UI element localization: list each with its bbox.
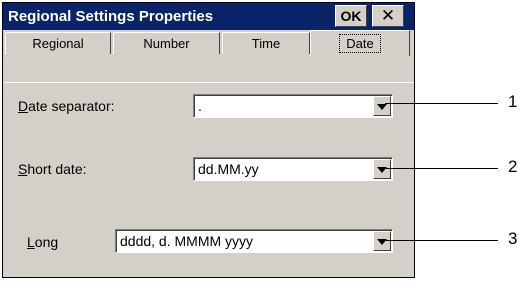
tab-strip: Regional Number Time Date (3, 30, 414, 83)
short-date-dropdown-button[interactable] (373, 159, 391, 179)
tab-label: Number (143, 36, 190, 51)
close-button[interactable]: ✕ (372, 5, 404, 27)
label-text: hort date: (27, 161, 87, 177)
callout-line-3 (385, 240, 498, 241)
close-icon: ✕ (380, 6, 396, 25)
short-date-value: dd.MM.yy (198, 161, 259, 177)
mnemonic: D (18, 98, 29, 114)
label-text: ate separator: (28, 98, 115, 114)
combo-frame (194, 95, 392, 117)
tab-label: Date (339, 34, 381, 53)
long-date-combo[interactable]: dddd, d. MMMM yyyy (115, 229, 393, 253)
tab-date[interactable]: Date (310, 30, 410, 56)
short-date-label: Short date: (18, 161, 87, 177)
ok-button[interactable]: OK (335, 5, 367, 27)
chevron-down-icon (377, 104, 387, 110)
date-separator-dropdown-button[interactable] (373, 96, 391, 116)
window-title: Regional Settings Properties (8, 8, 214, 25)
date-separator-combo[interactable]: . (193, 94, 393, 118)
tab-divider (3, 82, 414, 83)
callout-number-3: 3 (508, 229, 518, 248)
mnemonic: S (18, 161, 28, 177)
long-date-dropdown-button[interactable] (373, 231, 391, 251)
tab-regional[interactable]: Regional (5, 32, 111, 54)
long-date-label: Long (27, 234, 58, 250)
tab-time[interactable]: Time (222, 32, 310, 54)
date-separator-label: Date separator: (18, 98, 115, 114)
short-date-combo[interactable]: dd.MM.yy (193, 157, 393, 181)
callout-line-2 (385, 168, 498, 169)
long-date-value: dddd, d. MMMM yyyy (120, 233, 254, 249)
tab-label: Regional (32, 36, 84, 51)
regional-settings-dialog: Regional Settings Properties OK ✕ Region… (2, 2, 415, 278)
title-bar: Regional Settings Properties OK ✕ (3, 3, 414, 30)
tab-label: Time (251, 36, 281, 51)
callout-number-2: 2 (508, 157, 518, 176)
label-text: ong (34, 234, 59, 250)
mnemonic: L (27, 234, 35, 250)
callout-number-1: 1 (508, 92, 518, 111)
callout-line-1 (385, 103, 498, 104)
tab-number[interactable]: Number (113, 32, 220, 54)
date-separator-value: . (198, 98, 202, 114)
